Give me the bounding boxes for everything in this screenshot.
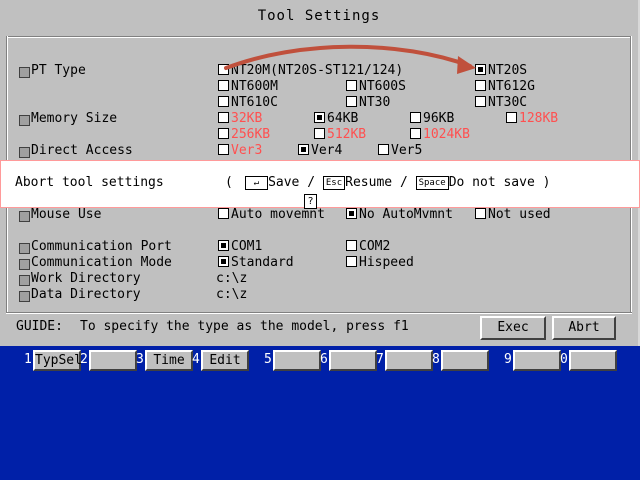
space-key-icon: Space — [415, 176, 449, 190]
mouse-cursor-icon: ? — [304, 194, 317, 209]
fkey-time-button[interactable]: Time — [145, 350, 193, 371]
fkey-2-button[interactable] — [89, 350, 137, 371]
do-not-save-option[interactable]: Do not save — [449, 175, 535, 190]
abort-dialog: Abort tool settings ( ↵ Save / Esc Resume … — [0, 160, 640, 208]
fkey-9-button[interactable] — [513, 350, 561, 371]
fkey-number-2: 2 — [80, 352, 88, 367]
fkey-number-7: 7 — [376, 352, 384, 367]
dialog-message: Abort tool settings — [15, 175, 164, 190]
fkey-number-8: 8 — [432, 352, 440, 367]
fkey-number-0: 0 — [560, 352, 568, 367]
fkey-typsel-button[interactable]: TypSel — [33, 350, 82, 371]
fkey-number-5: 5 — [264, 352, 272, 367]
fkey-6-button[interactable] — [329, 350, 377, 371]
fkey-7-button[interactable] — [385, 350, 433, 371]
fkey-number-1: 1 — [24, 352, 32, 367]
save-option[interactable]: Save — [268, 175, 299, 190]
fkey-0-button[interactable] — [569, 350, 617, 371]
fkey-number-3: 3 — [136, 352, 144, 367]
resume-option[interactable]: Resume — [345, 175, 392, 190]
fkey-number-4: 4 — [192, 352, 200, 367]
fkey-number-9: 9 — [504, 352, 512, 367]
fkey-edit-button[interactable]: Edit — [201, 350, 249, 371]
fkey-5-button[interactable] — [273, 350, 321, 371]
esc-key-icon: Esc — [322, 176, 346, 190]
enter-key-icon: ↵ — [244, 176, 269, 190]
dialog-options: ( ↵ Save / Esc Resume / Space Do not save ) — [225, 175, 551, 190]
fkey-number-6: 6 — [320, 352, 328, 367]
annotation-arrow-icon — [224, 44, 476, 74]
fkey-8-button[interactable] — [441, 350, 489, 371]
